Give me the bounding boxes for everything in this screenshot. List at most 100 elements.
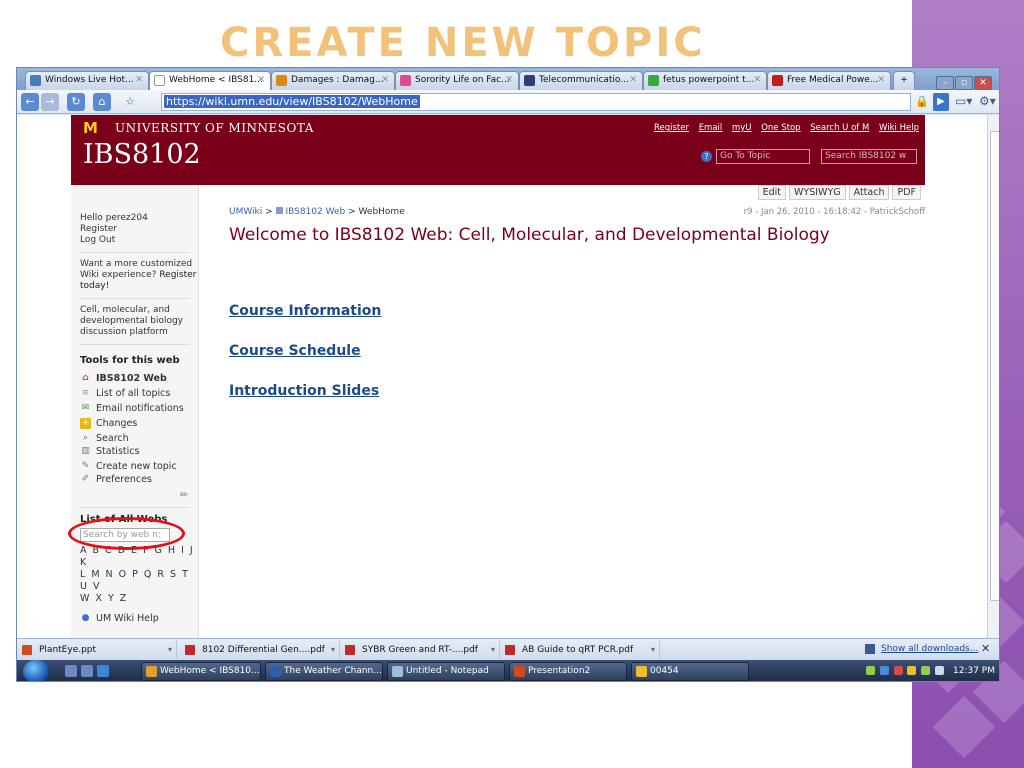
task-notepad[interactable]: Untitled - Notepad: [387, 662, 505, 681]
tray-icon[interactable]: [879, 666, 889, 675]
reload-icon[interactable]: ↻: [67, 93, 85, 111]
show-desktop-icon[interactable]: [65, 665, 77, 677]
network-icon[interactable]: [921, 666, 931, 675]
task-00454[interactable]: 00454: [631, 662, 749, 681]
wysiwyg-button[interactable]: WYSIWYG: [789, 185, 846, 200]
tool-create-new-topic[interactable]: ✎ Create new topic: [80, 459, 198, 474]
task-weather[interactable]: The Weather Chann...: [265, 662, 383, 681]
pdf-button[interactable]: PDF: [892, 185, 921, 200]
tool-email-notifications[interactable]: ✉ Email notifications: [80, 401, 198, 416]
close-icon[interactable]: ✕: [753, 72, 761, 89]
tool-list-topics[interactable]: ≡ List of all topics: [80, 386, 198, 401]
sidebar-logout-link[interactable]: Log Out: [80, 235, 198, 246]
new-tab-button[interactable]: +: [893, 71, 915, 90]
tool-label: Create new topic: [96, 461, 177, 472]
link-search-umn[interactable]: Search U of M: [810, 123, 869, 133]
tab-windows-live[interactable]: Windows Live Hot... ✕: [25, 71, 149, 90]
link-course-information[interactable]: Course Information: [229, 303, 381, 319]
switch-windows-icon[interactable]: [81, 665, 93, 677]
link-course-schedule[interactable]: Course Schedule: [229, 343, 361, 359]
chevron-down-icon[interactable]: ▾: [651, 641, 655, 659]
page-scrollbar[interactable]: [987, 115, 999, 638]
umn-logo-icon[interactable]: M: [83, 121, 107, 136]
link-register[interactable]: Register: [654, 123, 689, 133]
link-introduction-slides[interactable]: Introduction Slides: [229, 383, 379, 399]
tab-label: Telecommunicatio...: [539, 75, 629, 85]
chrome-icon: [146, 666, 157, 677]
edit-button[interactable]: Edit: [757, 185, 787, 200]
task-webhome[interactable]: WebHome < IBS810...: [141, 662, 261, 681]
tab-medical-powerpoint[interactable]: Free Medical Powe... ✕: [767, 71, 891, 90]
highlight-ellipse: [68, 517, 185, 550]
alphabet-row[interactable]: L M N O P Q R S T U V: [80, 569, 198, 593]
app-icon: [400, 75, 411, 86]
lock-icon[interactable]: 🔒: [915, 95, 929, 108]
tab-telecommunication[interactable]: Telecommunicatio... ✕: [519, 71, 643, 90]
link-one-stop[interactable]: One Stop: [761, 123, 800, 133]
link-wiki-help[interactable]: Wiki Help: [879, 123, 919, 133]
chevron-down-icon[interactable]: ▾: [331, 641, 335, 659]
chevron-down-icon[interactable]: ▾: [491, 641, 495, 659]
tool-web-home[interactable]: ⌂ IBS8102 Web: [80, 371, 198, 386]
sidebar-register-link[interactable]: Register: [80, 224, 198, 235]
wiki-help-link[interactable]: ● UM Wiki Help: [80, 613, 198, 623]
download-label: AB Guide to qRT PCR.pdf: [522, 645, 634, 655]
tray-icon[interactable]: [907, 666, 917, 675]
breadcrumb-umwiki[interactable]: UMWiki: [229, 207, 262, 217]
link-email[interactable]: Email: [699, 123, 723, 133]
close-icon[interactable]: ✕: [381, 72, 389, 89]
link-myu[interactable]: myU: [732, 123, 752, 133]
download-label: 8102 Differential Gen....pdf: [202, 645, 325, 655]
minimize-icon[interactable]: –: [936, 76, 954, 90]
show-all-downloads-link[interactable]: Show all downloads...: [881, 644, 978, 654]
address-bar[interactable]: https://wiki.umn.edu/view/IBS8102/WebHom…: [161, 93, 911, 111]
forward-icon[interactable]: →: [41, 93, 59, 111]
download-item[interactable]: 8102 Differential Gen....pdf ▾: [180, 641, 340, 659]
tab-webhome[interactable]: WebHome < IBS81... ✕: [149, 71, 271, 90]
start-button[interactable]: [23, 660, 49, 681]
tab-damages[interactable]: Damages : Damag... ✕: [271, 71, 395, 90]
tool-label: List of all topics: [96, 388, 171, 399]
breadcrumb: UMWiki > IBS8102 Web > WebHome: [229, 207, 405, 217]
tab-fetus-powerpoint[interactable]: fetus powerpoint t... ✕: [643, 71, 767, 90]
volume-icon[interactable]: [935, 666, 945, 675]
close-downloads-icon[interactable]: ✕: [981, 642, 990, 655]
chevron-down-icon[interactable]: ▾: [168, 641, 172, 659]
page-menu-icon[interactable]: ▭▾: [955, 94, 972, 108]
goto-topic-input[interactable]: Go To Topic: [716, 149, 810, 164]
tool-changes[interactable]: + Changes: [80, 416, 198, 431]
alphabet-row[interactable]: W X Y Z: [80, 593, 198, 605]
download-item[interactable]: AB Guide to qRT PCR.pdf ▾: [500, 641, 660, 659]
breadcrumb-web[interactable]: IBS8102 Web: [285, 207, 345, 217]
close-icon[interactable]: ✕: [877, 72, 885, 89]
home-icon[interactable]: ⌂: [93, 93, 111, 111]
maximize-icon[interactable]: ▫: [955, 76, 973, 90]
tray-icon[interactable]: [893, 666, 903, 675]
wrench-icon[interactable]: ⚙▾: [979, 94, 996, 108]
tool-search[interactable]: ⌕ Search: [80, 431, 198, 446]
close-icon[interactable]: ✕: [505, 72, 513, 89]
bookmark-star-icon[interactable]: ☆: [121, 93, 139, 111]
ie-icon[interactable]: [97, 665, 109, 677]
scrollbar-thumb[interactable]: [990, 131, 999, 601]
edit-pencil-icon[interactable]: ✏: [180, 490, 198, 501]
back-icon[interactable]: ←: [21, 93, 39, 111]
close-window-icon[interactable]: ✕: [974, 76, 992, 90]
task-presentation[interactable]: Presentation2: [509, 662, 627, 681]
close-icon[interactable]: ✕: [257, 72, 265, 89]
go-icon[interactable]: ▶: [933, 93, 949, 111]
help-icon[interactable]: ?: [701, 151, 712, 162]
tray-icon[interactable]: [865, 666, 875, 675]
site-title[interactable]: IBS8102: [83, 139, 201, 170]
fx-icon: [772, 75, 783, 86]
close-icon[interactable]: ✕: [629, 72, 637, 89]
download-item[interactable]: PlantEye.ppt ▾: [17, 641, 177, 659]
clock[interactable]: 12:37 PM: [953, 666, 995, 676]
close-icon[interactable]: ✕: [135, 72, 143, 89]
tool-statistics[interactable]: ▥ Statistics: [80, 446, 198, 457]
search-web-input[interactable]: Search IBS8102 w: [821, 149, 917, 164]
attach-button[interactable]: Attach: [848, 185, 890, 200]
tool-preferences[interactable]: ✐ Preferences: [80, 474, 198, 484]
download-item[interactable]: SYBR Green and RT-....pdf ▾: [340, 641, 500, 659]
tab-sorority[interactable]: Sorority Life on Fac... ✕: [395, 71, 519, 90]
